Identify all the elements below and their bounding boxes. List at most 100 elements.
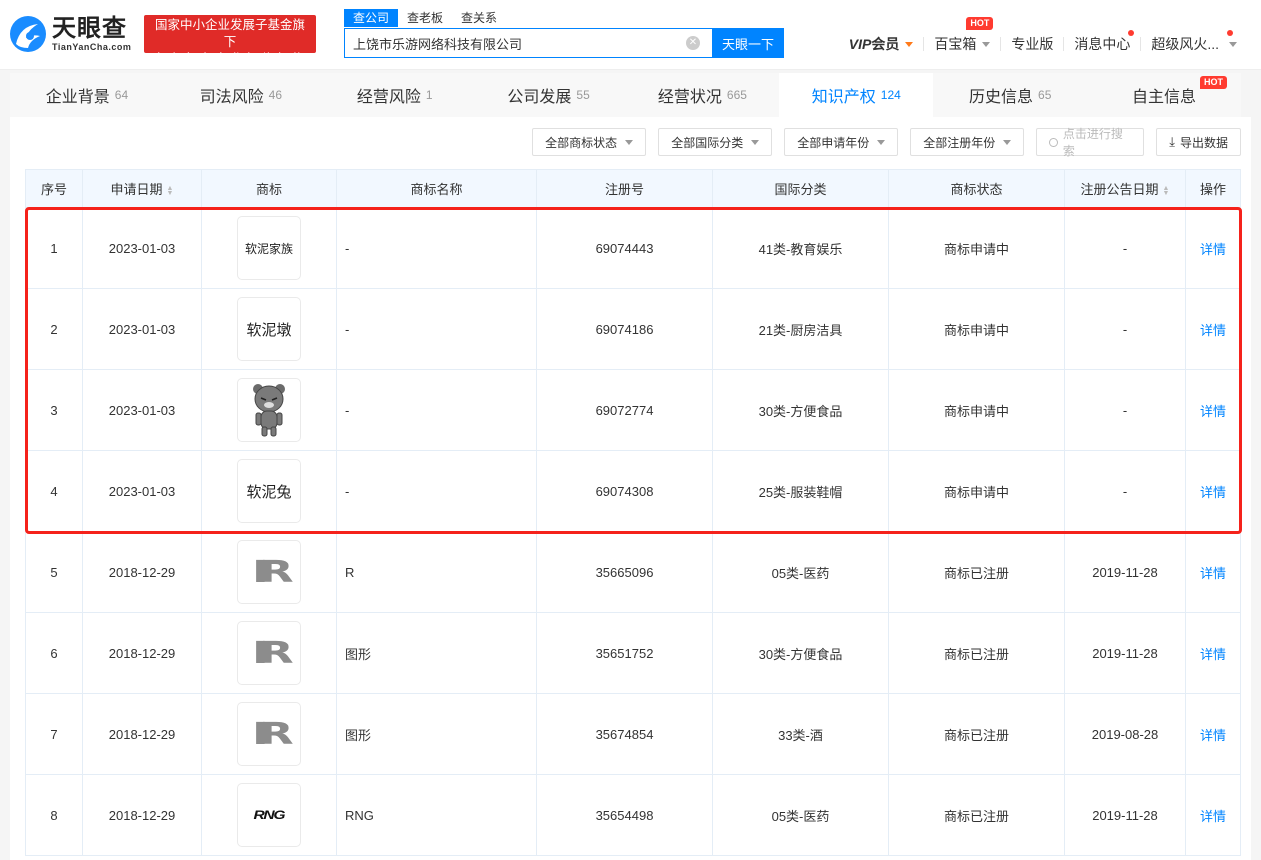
cell-intl-class: 05类-医药 — [712, 774, 889, 856]
cell-pub-date: 2019-11-28 — [1064, 531, 1186, 613]
treasure-box-label: 百宝箱 — [934, 36, 977, 52]
pro-edition-link[interactable]: 专业版 — [1001, 34, 1063, 54]
cell-trademark-name: RNG — [336, 774, 537, 856]
sort-icon[interactable]: ▲ ▼ — [1163, 185, 1170, 197]
slogan-line-1: 国家中小企业发展子基金旗下 — [154, 18, 305, 49]
logo-eye-icon — [10, 16, 46, 52]
cell-index: 1 — [25, 207, 83, 289]
search-tab-relation[interactable]: 查关系 — [452, 9, 506, 27]
status-filter-dropdown[interactable]: 全部商标状态 — [532, 128, 647, 156]
header-reg-no: 注册号 — [536, 169, 713, 208]
tab-label: 公司发展 — [507, 89, 572, 106]
trademark-image[interactable]: 软泥家族 — [237, 216, 301, 280]
sort-icon[interactable]: ▲ ▼ — [167, 185, 174, 197]
apply-year-filter-dropdown[interactable]: 全部申请年份 — [784, 128, 899, 156]
export-data-button[interactable]: ⤓ 导出数据 — [1156, 128, 1241, 156]
tab-count: 46 — [268, 88, 282, 102]
header-intl-class: 国际分类 — [712, 169, 889, 208]
trademark-image[interactable]: IR — [237, 702, 301, 766]
table-search-input[interactable]: 点击进行搜索 — [1036, 127, 1145, 158]
header-label: 申请日期 — [110, 182, 163, 197]
search-type-tabs: 查公司 查老板 查关系 — [344, 9, 506, 27]
message-center-link[interactable]: 消息中心 — [1064, 30, 1140, 54]
tab-company-development[interactable]: 公司发展 55 — [472, 73, 626, 117]
tab-history[interactable]: 历史信息 65 — [933, 73, 1087, 117]
treasure-box-menu[interactable]: 百宝箱 HOT — [924, 17, 1000, 54]
header-trademark: 商标 — [201, 169, 337, 208]
detail-link[interactable]: 详情 — [1200, 809, 1226, 824]
cell-intl-class: 30类-方便食品 — [712, 369, 889, 451]
cell-action: 详情 — [1185, 288, 1241, 370]
tab-label: 经营风险 — [356, 89, 421, 106]
tab-company-background[interactable]: 企业背景 64 — [10, 73, 164, 117]
cell-action: 详情 — [1185, 612, 1241, 694]
chevron-down-icon — [982, 41, 991, 47]
top-header: 天眼查 TianYanCha.com 国家中小企业发展子基金旗下 官方备案企业征… — [0, 0, 1261, 70]
r-logo-icon-part: R — [259, 635, 294, 671]
header-label: 注册公告日期 — [1080, 182, 1159, 197]
search-input[interactable] — [345, 35, 686, 51]
header-apply-date[interactable]: 申请日期 ▲ ▼ — [82, 169, 202, 208]
cell-trademark: 软泥墩 — [201, 288, 337, 370]
detail-link[interactable]: 详情 — [1200, 323, 1226, 338]
trademark-image[interactable]: RNG — [237, 783, 301, 847]
tab-operating-risk[interactable]: 经营风险 1 — [318, 73, 472, 117]
trademark-image[interactable]: IR — [237, 621, 301, 685]
tianyancha-logo[interactable]: 天眼查 TianYanCha.com — [8, 14, 131, 54]
cell-trademark: 软泥兔 — [201, 450, 337, 532]
tab-label: 知识产权 — [811, 89, 876, 106]
filter-bar: 全部商标状态 全部国际分类 全部申请年份 全部注册年份 点击进行搜索 ⤓ 导出数据 — [532, 127, 1241, 158]
chevron-down-icon — [1229, 41, 1237, 47]
clear-icon[interactable]: ✕ — [686, 36, 700, 50]
trademark-text: 软泥墩 — [246, 321, 292, 339]
cell-reg-no: 35654498 — [536, 774, 713, 856]
vip-menu[interactable]: VIP 会员 — [839, 34, 924, 54]
tab-self-info[interactable]: 自主信息 HOT — [1087, 73, 1241, 117]
cell-intl-class: 21类-厨房洁具 — [712, 288, 889, 370]
tab-judicial-risk[interactable]: 司法风险 46 — [164, 73, 318, 117]
header-pub-date[interactable]: 注册公告日期 ▲ ▼ — [1064, 169, 1186, 208]
message-center-label: 消息中心 — [1074, 36, 1131, 52]
cell-apply-date: 2023-01-03 — [82, 369, 202, 451]
reg-year-filter-dropdown[interactable]: 全部注册年份 — [910, 128, 1025, 156]
tab-label: 经营状况 — [657, 89, 722, 106]
filter-label: 全部申请年份 — [797, 135, 870, 150]
table-row: 1 2023-01-03 软泥家族 - 69074443 41类-教育娱乐 商标… — [25, 207, 1241, 289]
intl-class-filter-dropdown[interactable]: 全部国际分类 — [658, 128, 773, 156]
table-row: 7 2018-12-29 IR 图形 35674854 33类-酒 商标已注册 … — [25, 693, 1241, 775]
tab-count: 64 — [114, 88, 129, 102]
search-button[interactable]: 天眼一下 — [712, 28, 784, 58]
cell-trademark-name: 图形 — [336, 693, 537, 775]
user-menu[interactable]: 超级风火... — [1141, 30, 1247, 54]
trademark-image[interactable]: 软泥兔 — [237, 459, 301, 523]
trademark-image[interactable]: IR — [237, 540, 301, 604]
cell-trademark-name: - — [336, 288, 537, 370]
top-nav: VIP 会员 百宝箱 HOT 专业版 消息中心 超级风火... — [839, 17, 1247, 54]
trademark-image[interactable]: 软泥墩 — [237, 297, 301, 361]
search-box: ✕ 天眼一下 — [344, 28, 784, 58]
trademark-image[interactable] — [237, 378, 301, 442]
detail-link[interactable]: 详情 — [1200, 728, 1226, 743]
detail-link[interactable]: 详情 — [1200, 404, 1226, 419]
search-tab-boss[interactable]: 查老板 — [398, 9, 452, 27]
search-tab-company[interactable]: 查公司 — [344, 9, 399, 27]
cell-trademark: IR — [201, 693, 337, 775]
tab-intellectual-property[interactable]: 知识产权 124 — [779, 73, 934, 117]
detail-link[interactable]: 详情 — [1200, 485, 1226, 500]
cell-status: 商标申请中 — [888, 288, 1065, 370]
cell-action: 详情 — [1185, 531, 1241, 613]
cell-pub-date: 2019-11-28 — [1064, 774, 1186, 856]
tab-label: 历史信息 — [969, 89, 1034, 106]
cell-apply-date: 2018-12-29 — [82, 612, 202, 694]
detail-link[interactable]: 详情 — [1200, 566, 1226, 581]
tab-count: 65 — [1038, 88, 1052, 102]
trademark-panel: 全部商标状态 全部国际分类 全部申请年份 全部注册年份 点击进行搜索 ⤓ 导出数据… — [10, 117, 1251, 860]
tab-operating-status[interactable]: 经营状况 665 — [626, 73, 780, 117]
cell-pub-date: - — [1064, 369, 1186, 451]
cell-trademark — [201, 369, 337, 451]
table-body: 1 2023-01-03 软泥家族 - 69074443 41类-教育娱乐 商标… — [25, 207, 1241, 856]
cell-reg-no: 35674854 — [536, 693, 713, 775]
detail-link[interactable]: 详情 — [1200, 647, 1226, 662]
detail-link[interactable]: 详情 — [1200, 242, 1226, 257]
cell-pub-date: 2019-11-28 — [1064, 612, 1186, 694]
